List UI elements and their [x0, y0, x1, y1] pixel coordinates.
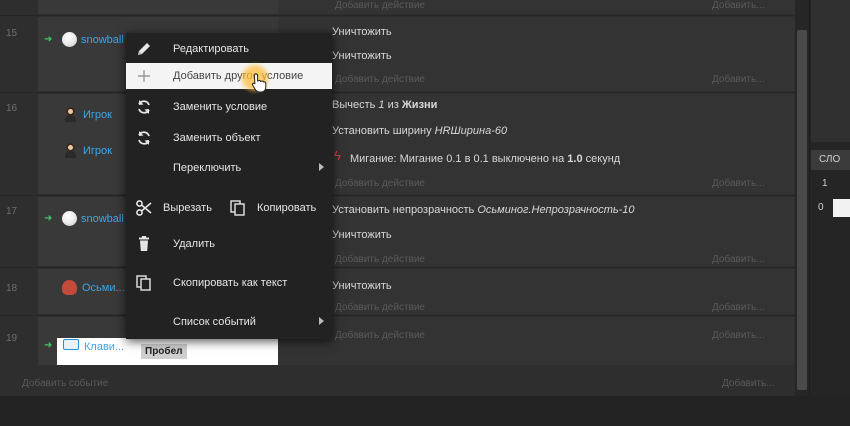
hand-cursor-icon: [251, 73, 267, 93]
row-number: 15: [6, 28, 18, 39]
row-number: 16: [6, 103, 18, 114]
menu-item-event-list[interactable]: Список событий: [126, 309, 332, 335]
variables-value-cell[interactable]: [833, 199, 850, 217]
add-action-link[interactable]: Добавить действие: [335, 0, 425, 11]
snowball-object-icon: [62, 211, 77, 226]
add-action-link[interactable]: Добавить действие: [335, 74, 425, 85]
row-divider: [0, 267, 795, 268]
add-action-link[interactable]: Добавить действие: [335, 254, 425, 265]
variables-row[interactable]: 0: [811, 197, 850, 219]
side-panel-box: [811, 0, 850, 142]
refresh-icon: [135, 98, 153, 116]
row-divider: [0, 92, 795, 93]
player-object-icon: [63, 143, 78, 158]
condition-object-name[interactable]: snowball: [81, 34, 124, 46]
trigger-arrow-icon: ➜: [44, 213, 53, 224]
variables-header: СЛО: [811, 150, 850, 170]
trigger-arrow-icon: ➜: [44, 340, 53, 351]
condition-object-name[interactable]: Клави...: [84, 341, 124, 353]
refresh-icon: [135, 129, 153, 147]
row-number: 19: [6, 333, 18, 344]
row-divider: [0, 15, 795, 16]
add-event-link[interactable]: Добавить событие: [22, 378, 108, 389]
sheet-scrollbar-thumb[interactable]: [797, 30, 807, 390]
add-action-right-link[interactable]: Добавить...: [712, 0, 765, 11]
octopus-object-icon: [62, 280, 77, 295]
menu-item-copy-as-text[interactable]: Скопировать как текст: [126, 270, 332, 296]
variables-row: 1: [822, 178, 828, 189]
action-text[interactable]: Уничтожить: [332, 280, 392, 292]
variables-cell: 0: [818, 202, 824, 213]
trash-icon: [135, 235, 153, 253]
flash-behavior-icon: ϟ: [334, 148, 341, 163]
menu-item-add-condition[interactable]: Добавить другое условие: [126, 63, 332, 89]
add-action-right-link[interactable]: Добавить...: [712, 302, 765, 313]
event-row-prev-conditions: [38, 0, 278, 14]
condition-object-name[interactable]: snowball: [81, 213, 124, 225]
copy-icon: [135, 274, 153, 292]
scissors-icon: [135, 199, 153, 217]
add-action-right-link[interactable]: Добавить...: [712, 254, 765, 265]
row-divider: [0, 315, 795, 316]
add-action-right-link[interactable]: Добавить...: [712, 330, 765, 341]
add-action-link[interactable]: Добавить действие: [335, 178, 425, 189]
snowball-object-icon: [62, 32, 77, 47]
condition-object-name[interactable]: Игрок: [83, 109, 112, 121]
bottom-bar: [0, 396, 850, 426]
add-action-right-link[interactable]: Добавить...: [712, 74, 765, 85]
copy-icon: [229, 199, 247, 217]
row-divider: [0, 195, 795, 196]
key-parameter-badge: Пробел: [141, 344, 187, 359]
player-object-icon: [63, 107, 78, 122]
row-number: 18: [6, 283, 18, 294]
add-action-right-link[interactable]: Добавить...: [722, 378, 775, 389]
pencil-icon: [135, 40, 153, 58]
add-action-right-link[interactable]: Добавить...: [712, 178, 765, 189]
menu-item-replace-object[interactable]: Заменить объект: [126, 125, 332, 151]
action-text[interactable]: Вычесть 1 из Жизни: [332, 99, 437, 111]
action-text[interactable]: Установить непрозрачность Осьминог.Непро…: [332, 204, 635, 216]
plus-icon: [135, 67, 153, 85]
add-action-link[interactable]: Добавить действие: [335, 330, 425, 341]
menu-item-copy[interactable]: Копировать: [229, 195, 332, 221]
menu-item-toggle[interactable]: Переключить: [126, 155, 332, 181]
add-action-link[interactable]: Добавить действие: [335, 302, 425, 313]
menu-item-replace-condition[interactable]: Заменить условие: [126, 94, 332, 120]
action-text[interactable]: Установить ширину HRШирина-60: [332, 125, 507, 137]
condition-object-name[interactable]: Осьми...: [82, 282, 125, 294]
chevron-right-icon: [319, 317, 324, 325]
trigger-arrow-icon: ➜: [44, 34, 53, 45]
menu-item-edit[interactable]: Редактировать: [126, 36, 332, 62]
context-menu: Редактировать Добавить другое условие За…: [126, 33, 332, 339]
action-text[interactable]: Уничтожить: [332, 50, 392, 62]
menu-item-delete[interactable]: Удалить: [126, 231, 332, 257]
event-actions[interactable]: [278, 317, 795, 365]
condition-object-name[interactable]: Игрок: [83, 145, 112, 157]
chevron-right-icon: [319, 163, 324, 171]
action-text[interactable]: Уничтожить: [332, 26, 392, 38]
row-number: 17: [6, 206, 18, 217]
action-text[interactable]: Уничтожить: [332, 229, 392, 241]
action-text[interactable]: Мигание: Мигание 0.1 в 0.1 выключено на …: [350, 153, 620, 165]
keyboard-object-icon: [63, 339, 79, 350]
